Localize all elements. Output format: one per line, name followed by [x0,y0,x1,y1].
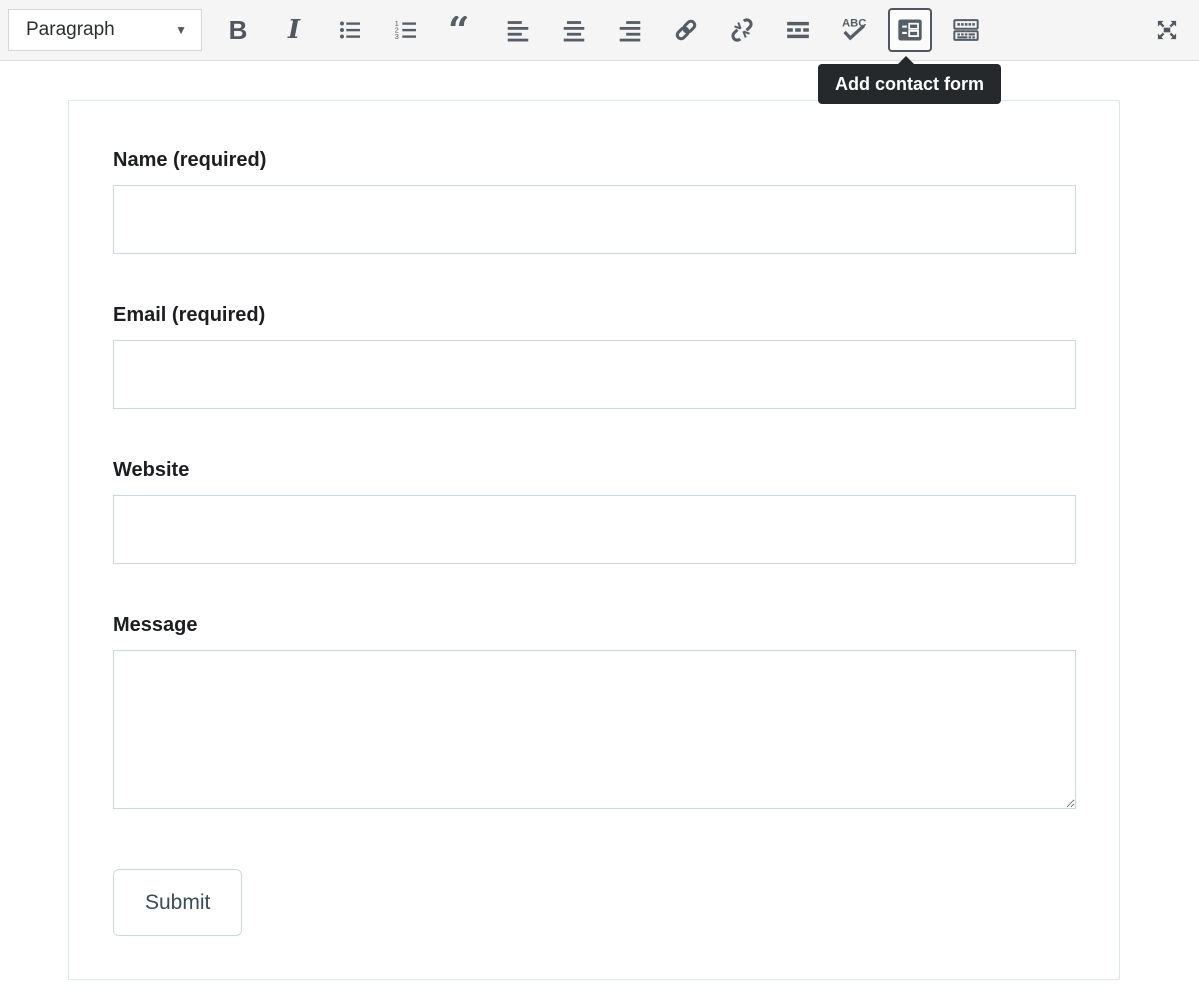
svg-text:3: 3 [395,32,399,41]
website-field-group: Website [113,459,1076,564]
name-field-label: Name (required) [113,149,1076,172]
email-input[interactable] [113,340,1076,409]
keyboard-icon [952,16,980,44]
paragraph-dropdown[interactable]: Paragraph ▼ [8,9,202,51]
spellcheck-icon: ABC [839,15,869,45]
align-left-icon [505,17,531,43]
contact-form-icon [896,16,924,44]
email-field-group: Email (required) [113,304,1076,409]
contact-form-preview: Name (required) Email (required) Website… [68,100,1120,980]
name-field-group: Name (required) [113,149,1076,254]
tooltip-add-contact-form: Add contact form [818,64,1001,104]
align-center-icon [561,17,587,43]
more-tag-icon [785,17,811,43]
editor-toolbar: Paragraph ▼ B I 1 2 3 “ [0,0,1199,61]
toolbar-toggle-button[interactable] [946,9,986,51]
message-field-group: Message [113,614,1076,809]
message-textarea[interactable] [113,650,1076,809]
align-right-button[interactable] [610,9,650,51]
insert-more-tag-button[interactable] [778,9,818,51]
fullscreen-button[interactable] [1147,9,1187,51]
paragraph-dropdown-value: Paragraph [26,19,115,41]
bulleted-list-button[interactable] [330,9,370,51]
website-field-label: Website [113,459,1076,482]
tooltip-text: Add contact form [835,74,984,94]
align-center-button[interactable] [554,9,594,51]
numbered-list-button[interactable]: 1 2 3 [386,9,426,51]
align-left-button[interactable] [498,9,538,51]
numbered-list-icon: 1 2 3 [393,17,419,43]
submit-button[interactable]: Submit [113,869,242,936]
add-contact-form-button[interactable] [888,8,932,52]
website-input[interactable] [113,495,1076,564]
message-field-label: Message [113,614,1076,637]
unlink-icon [728,16,756,44]
insert-link-button[interactable] [666,9,706,51]
blockquote-icon: “ [448,16,476,44]
fullscreen-icon [1153,16,1181,44]
bold-button[interactable]: B [218,9,258,51]
remove-link-button[interactable] [722,9,762,51]
email-field-label: Email (required) [113,304,1076,327]
align-right-icon [617,17,643,43]
bulleted-list-icon [337,17,363,43]
bold-icon: B [229,15,248,46]
tooltip-arrow [897,56,915,65]
chevron-down-icon: ▼ [175,23,187,37]
name-input[interactable] [113,185,1076,254]
svg-text:“: “ [448,16,469,44]
italic-icon: I [288,15,300,45]
italic-button[interactable]: I [274,9,314,51]
link-icon [672,16,700,44]
blockquote-button[interactable]: “ [442,9,482,51]
spellcheck-button[interactable]: ABC [834,9,874,51]
